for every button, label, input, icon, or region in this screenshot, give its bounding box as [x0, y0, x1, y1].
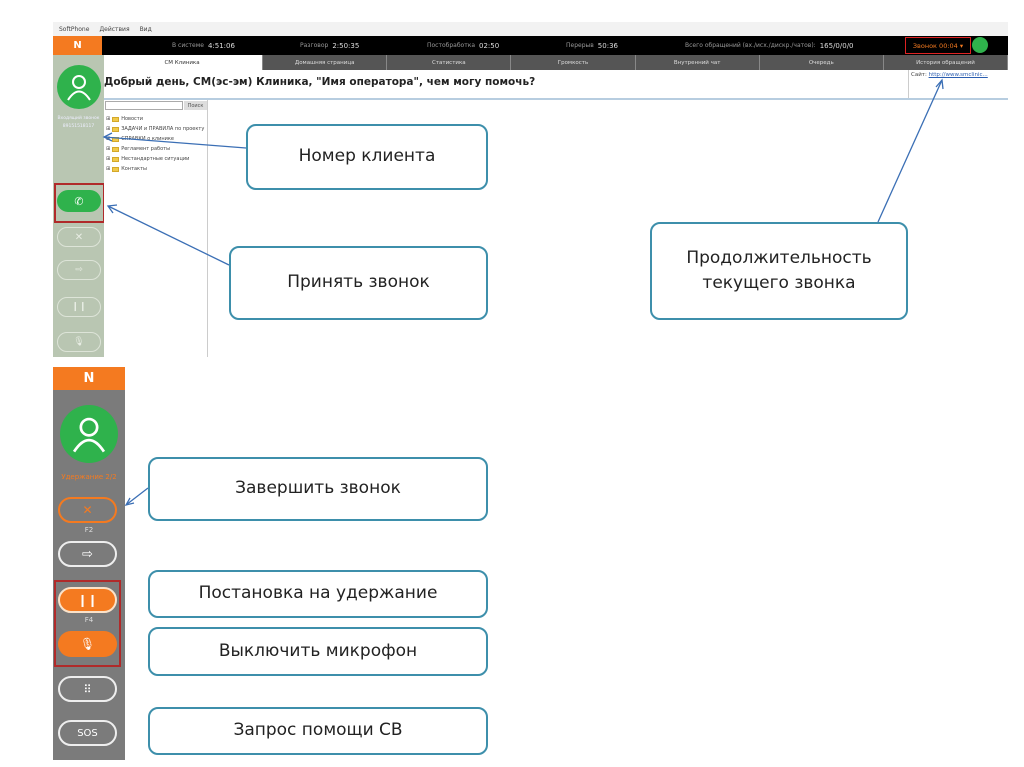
- arrow-line: [877, 79, 943, 223]
- callout-call-duration: Продолжительность текущего звонка: [650, 222, 908, 320]
- callout-hold: Постановка на удержание: [148, 570, 488, 618]
- arrow-line: [125, 487, 149, 506]
- arrow-line: [107, 205, 230, 266]
- arrow-line: [103, 136, 247, 149]
- callout-help: Запрос помощи СВ: [148, 707, 488, 755]
- arrowhead: [106, 204, 118, 214]
- callout-end-call: Завершить звонок: [148, 457, 488, 521]
- callout-accept-call: Принять звонок: [229, 246, 488, 320]
- callout-client-number: Номер клиента: [246, 124, 488, 190]
- callout-mute: Выключить микрофон: [148, 627, 488, 676]
